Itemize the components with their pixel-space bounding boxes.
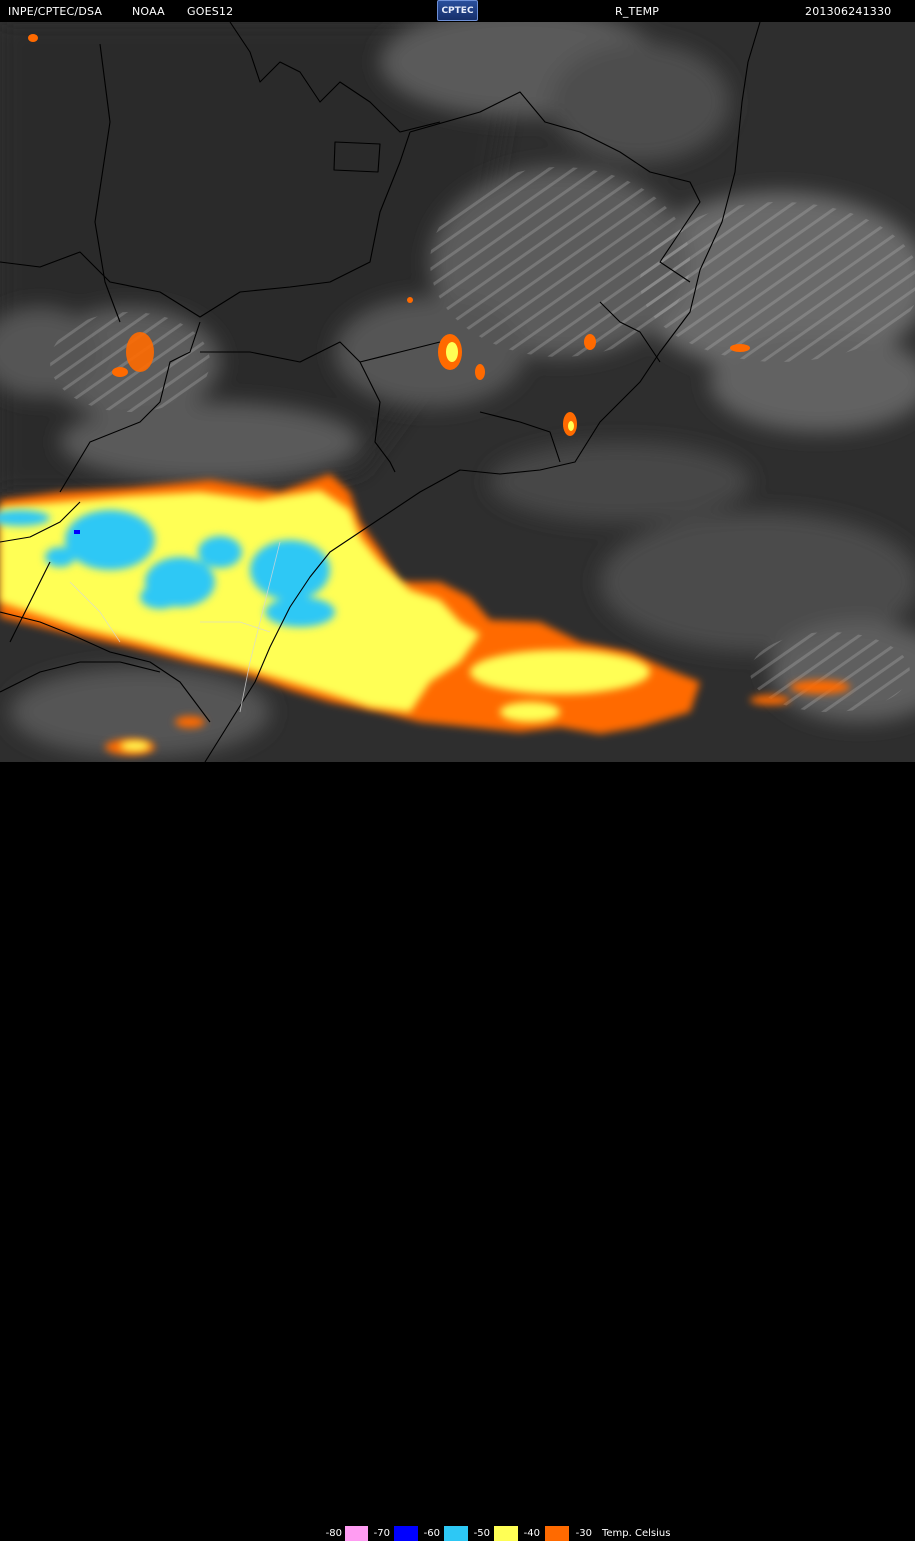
legend-value: -60 xyxy=(418,1526,442,1541)
legend-value: -70 xyxy=(368,1526,392,1541)
legend-swatch xyxy=(394,1526,418,1541)
legend-swatch xyxy=(545,1526,569,1541)
header-bar: INPE/CPTEC/DSA NOAA GOES12 CPTEC R_TEMP … xyxy=(0,0,915,22)
timestamp-label: 201306241330 xyxy=(805,5,892,18)
legend-swatch xyxy=(345,1526,369,1541)
satellite-image xyxy=(0,22,915,762)
source-label: INPE/CPTEC/DSA xyxy=(8,5,103,18)
legend-swatch xyxy=(444,1526,468,1541)
cptec-logo: CPTEC xyxy=(437,0,478,21)
agency-label: NOAA xyxy=(132,5,165,18)
legend-value: -30 xyxy=(570,1526,594,1541)
legend-value: -80 xyxy=(320,1526,344,1541)
product-label: R_TEMP xyxy=(615,5,660,18)
legend-value: -50 xyxy=(468,1526,492,1541)
legend-bar: -80 -70 -60 -50 -40 -30 Temp. Celsius xyxy=(0,762,915,1541)
legend-swatch xyxy=(494,1526,518,1541)
legend-title: Temp. Celsius xyxy=(602,1528,671,1539)
legend-value: -40 xyxy=(518,1526,542,1541)
satellite-label: GOES12 xyxy=(187,5,234,18)
cloud-top-60c-pixel xyxy=(74,530,80,534)
